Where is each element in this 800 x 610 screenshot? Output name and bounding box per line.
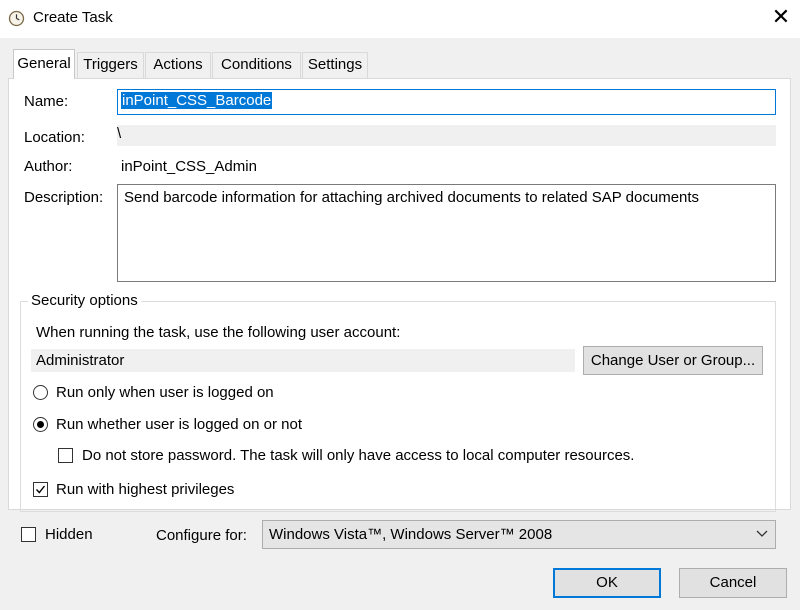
location-label: Location: bbox=[24, 129, 85, 146]
tab-triggers[interactable]: Triggers bbox=[77, 52, 144, 78]
radio-selected-dot bbox=[37, 421, 44, 428]
configure-for-select[interactable]: Windows Vista™, Windows Server™ 2008 bbox=[262, 520, 776, 549]
configure-for-label: Configure for: bbox=[156, 527, 247, 544]
name-value: inPoint_CSS_Barcode bbox=[121, 92, 273, 109]
radio-run-whether-logged-on-label: Run whether user is logged on or not bbox=[56, 416, 302, 433]
security-options-legend: Security options bbox=[28, 292, 141, 309]
tab-conditions[interactable]: Conditions bbox=[212, 52, 301, 78]
description-textarea[interactable]: Send barcode information for attaching a… bbox=[117, 184, 776, 282]
ok-button[interactable]: OK bbox=[553, 568, 661, 598]
account-prompt: When running the task, use the following… bbox=[36, 324, 401, 341]
change-user-button[interactable]: Change User or Group... bbox=[583, 346, 763, 375]
tab-actions[interactable]: Actions bbox=[145, 52, 211, 78]
user-account-value: Administrator bbox=[36, 352, 125, 369]
highest-privileges-checkbox[interactable] bbox=[33, 482, 48, 497]
name-label: Name: bbox=[24, 93, 69, 110]
location-field bbox=[117, 125, 776, 146]
cancel-button[interactable]: Cancel bbox=[679, 568, 787, 598]
radio-run-whether-logged-on[interactable] bbox=[33, 417, 48, 432]
tab-general[interactable]: General bbox=[13, 49, 75, 79]
task-scheduler-clock-icon bbox=[8, 10, 25, 27]
hidden-label: Hidden bbox=[45, 526, 93, 543]
checkmark-icon bbox=[35, 485, 46, 494]
author-label: Author: bbox=[24, 158, 73, 175]
description-label: Description: bbox=[24, 189, 104, 206]
hidden-checkbox[interactable] bbox=[21, 527, 36, 542]
title-bar: Create Task ✕ bbox=[0, 0, 800, 38]
radio-run-only-logged-on[interactable] bbox=[33, 385, 48, 400]
do-not-store-password-checkbox[interactable] bbox=[58, 448, 73, 463]
radio-run-only-logged-on-label: Run only when user is logged on bbox=[56, 384, 274, 401]
location-value: \ bbox=[117, 125, 122, 142]
highest-privileges-label: Run with highest privileges bbox=[56, 481, 235, 498]
chevron-down-icon bbox=[756, 530, 768, 537]
close-icon[interactable]: ✕ bbox=[770, 4, 792, 30]
author-value: inPoint_CSS_Admin bbox=[121, 158, 257, 175]
window-title: Create Task bbox=[33, 9, 113, 26]
tab-settings[interactable]: Settings bbox=[302, 52, 368, 78]
configure-for-value: Windows Vista™, Windows Server™ 2008 bbox=[269, 526, 553, 543]
do-not-store-password-label: Do not store password. The task will onl… bbox=[82, 447, 635, 464]
name-input[interactable]: inPoint_CSS_Barcode bbox=[117, 89, 776, 115]
